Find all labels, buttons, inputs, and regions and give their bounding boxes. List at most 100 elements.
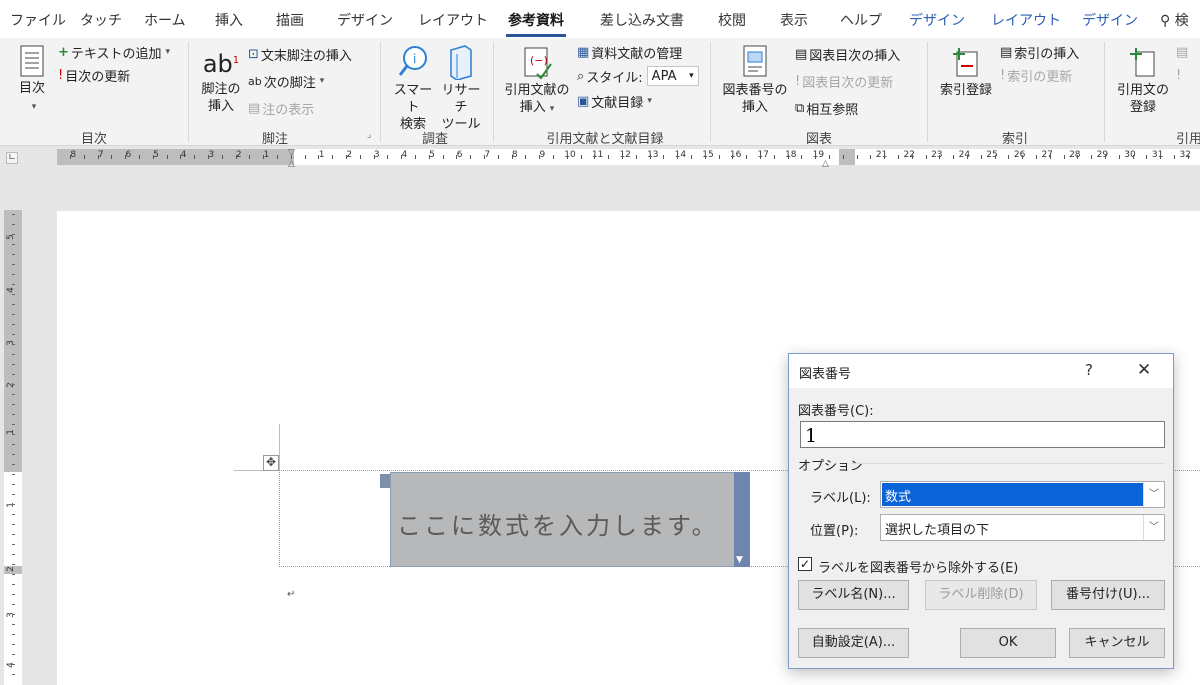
equation-options-bar[interactable] <box>734 472 750 567</box>
ruler-tick <box>1133 155 1134 159</box>
ruler-column-marker[interactable] <box>839 149 855 165</box>
vertical-ruler-tick <box>12 264 15 265</box>
numbering-button[interactable]: 番号付け(U)... <box>1051 580 1165 610</box>
ok-button[interactable]: OK <box>960 628 1056 658</box>
tab-equation-design[interactable]: デザイン <box>1082 10 1138 30</box>
update-index-button[interactable]: ! 索引の更新 <box>1000 65 1072 85</box>
autocaption-button[interactable]: 自動設定(A)... <box>798 628 909 658</box>
insert-index-button[interactable]: ▤ 索引の挿入 <box>1000 42 1079 62</box>
tab-selector-icon[interactable]: ∟ <box>6 152 18 164</box>
manage-sources-button[interactable]: ▦ 資料文献の管理 <box>577 42 682 62</box>
vertical-ruler-number: 4 <box>5 287 16 293</box>
close-icon[interactable]: ✕ <box>1137 360 1151 380</box>
new-label-button[interactable]: ラベル名(N)... <box>798 580 909 610</box>
footnotes-dialog-launcher-icon[interactable]: ⌟ <box>367 130 371 140</box>
help-icon[interactable]: ? <box>1085 361 1093 379</box>
tab-help[interactable]: ヘルプ <box>840 10 882 30</box>
first-line-indent-icon[interactable]: ▽ <box>288 148 295 158</box>
dialog-titlebar[interactable]: 図表番号 ? ✕ <box>789 354 1173 388</box>
exclude-label-text[interactable]: ラベルを図表番号から除外する(E) <box>818 557 1018 576</box>
researcher-button[interactable]: リサーチ ツール <box>436 44 486 133</box>
ruler-number: 30 <box>1124 150 1136 160</box>
tab-insert[interactable]: 挿入 <box>215 10 243 30</box>
ruler-tick <box>153 155 154 159</box>
vertical-ruler-tick <box>12 634 15 635</box>
hanging-indent-icon[interactable]: △ <box>288 159 295 169</box>
insert-table-of-authorities-icon[interactable]: ▤ <box>1176 42 1190 62</box>
mark-citation-button[interactable]: 引用文の 登録 <box>1112 44 1174 116</box>
equation-options-chevron-icon[interactable]: ▼ <box>736 555 743 565</box>
vertical-ruler[interactable]: 543211234 <box>4 210 22 685</box>
tab-table-design[interactable]: デザイン <box>909 10 965 30</box>
tab-references[interactable]: 参考資料 <box>506 10 566 37</box>
update-table-of-authorities-icon[interactable]: ! <box>1176 65 1183 85</box>
tab-draw[interactable]: 描画 <box>276 10 304 30</box>
vertical-ruler-tick <box>12 494 15 495</box>
table-move-handle-icon[interactable]: ✥ <box>263 455 279 471</box>
vertical-ruler-tick <box>12 514 15 515</box>
tab-home[interactable]: ホーム <box>144 10 186 30</box>
smart-lookup-button[interactable]: i スマート 検索 <box>388 44 438 133</box>
delete-label-button[interactable]: ラベル削除(D) <box>925 580 1037 610</box>
ruler-tick <box>650 155 651 159</box>
show-notes-button[interactable]: ▤ 注の表示 <box>248 98 314 118</box>
ribbon-tab-bar: ファイル タッチ ホーム 挿入 描画 デザイン レイアウト 参考資料 差し込み文… <box>0 0 1200 38</box>
cross-reference-button[interactable]: ⧉ 相互参照 <box>795 98 858 118</box>
chevron-down-icon[interactable]: ﹀ <box>1143 515 1164 540</box>
vertical-ruler-tick <box>12 254 15 255</box>
citation-style-selector[interactable]: ⌕ スタイル: APA ▾ <box>577 66 699 86</box>
insert-citation-button[interactable]: (−) 引用文献の 挿入 ▾ <box>502 44 572 118</box>
horizontal-ruler[interactable]: ∟ 8 7 6 5 4 3 2 1 1 2 3 4 5 6 7 8 9 10 11 12 13 14 15 16 17 18 19 2… <box>0 146 1200 170</box>
caption-input[interactable]: 1 <box>800 421 1165 448</box>
insert-endnote-button[interactable]: ⊡ 文末脚注の挿入 <box>248 44 352 64</box>
vertical-ruler-tick <box>12 504 15 505</box>
svg-text:(−): (−) <box>530 54 548 67</box>
insert-citation-icon: (−) <box>524 47 552 80</box>
right-indent-icon[interactable]: △ <box>822 159 829 169</box>
ruler-tick <box>470 155 471 159</box>
tab-table-layout[interactable]: レイアウト <box>991 10 1061 30</box>
ruler-tick <box>429 155 430 159</box>
ruler-tick <box>360 155 361 159</box>
chevron-down-icon: ▾ <box>549 104 555 114</box>
tab-touch[interactable]: タッチ <box>80 10 122 30</box>
ruler-tick <box>553 155 554 159</box>
toc-button[interactable]: 目次 ▾ <box>12 44 52 116</box>
update-toc-button[interactable]: ! 目次の更新 <box>58 65 130 85</box>
exclude-label-checkbox[interactable]: ✓ <box>798 557 812 571</box>
tab-review[interactable]: 校閲 <box>718 10 746 30</box>
tell-me-search[interactable]: ⚲ 検 <box>1160 10 1189 30</box>
citation-style-dropdown[interactable]: APA ▾ <box>646 66 699 86</box>
bibliography-button[interactable]: ▣ 文献目録 ▾ <box>577 91 652 111</box>
vertical-ruler-tick <box>12 224 15 225</box>
bibliography-icon: ▣ <box>577 93 590 109</box>
insert-index-icon: ▤ <box>1000 44 1013 60</box>
next-footnote-button[interactable]: ab 次の脚注 ▾ <box>248 71 324 91</box>
mark-entry-button[interactable]: 索引登録 <box>936 44 996 99</box>
insert-footnote-button[interactable]: ab1 脚注の 挿入 <box>196 46 246 115</box>
insert-footnote-label: 脚注の 挿入 <box>201 82 241 114</box>
ruler-tick <box>581 155 582 159</box>
tab-layout[interactable]: レイアウト <box>418 10 488 30</box>
table-of-contents-icon <box>20 45 44 77</box>
tab-mailings[interactable]: 差し込み文書 <box>600 10 684 30</box>
vertical-ruler-tick <box>12 244 15 245</box>
ruler-number: 31 <box>1151 150 1164 160</box>
equation-placeholder[interactable]: ここに数式を入力します。 <box>397 506 719 541</box>
ruler-tick <box>525 155 526 159</box>
add-text-button[interactable]: + テキストの追加 ▾ <box>58 42 170 62</box>
chevron-down-icon: ▾ <box>647 96 652 106</box>
label-select[interactable]: 数式 ﹀ <box>880 481 1165 508</box>
equation-handle[interactable] <box>380 474 390 488</box>
tab-file[interactable]: ファイル <box>10 10 66 30</box>
tab-view[interactable]: 表示 <box>780 10 808 30</box>
insert-table-of-figures-button[interactable]: ▤ 図表目次の挿入 <box>795 44 900 64</box>
chevron-down-icon[interactable]: ﹀ <box>1143 482 1164 507</box>
tab-design[interactable]: デザイン <box>337 10 393 30</box>
update-table-of-figures-button[interactable]: ! 図表目次の更新 <box>795 71 893 91</box>
cancel-button[interactable]: キャンセル <box>1069 628 1165 658</box>
position-select[interactable]: 選択した項目の下 ﹀ <box>880 514 1165 541</box>
vertical-ruler-tick <box>12 454 15 455</box>
ruler-number: 15 <box>702 150 714 160</box>
insert-caption-button[interactable]: 図表番号の 挿入 <box>718 44 792 116</box>
